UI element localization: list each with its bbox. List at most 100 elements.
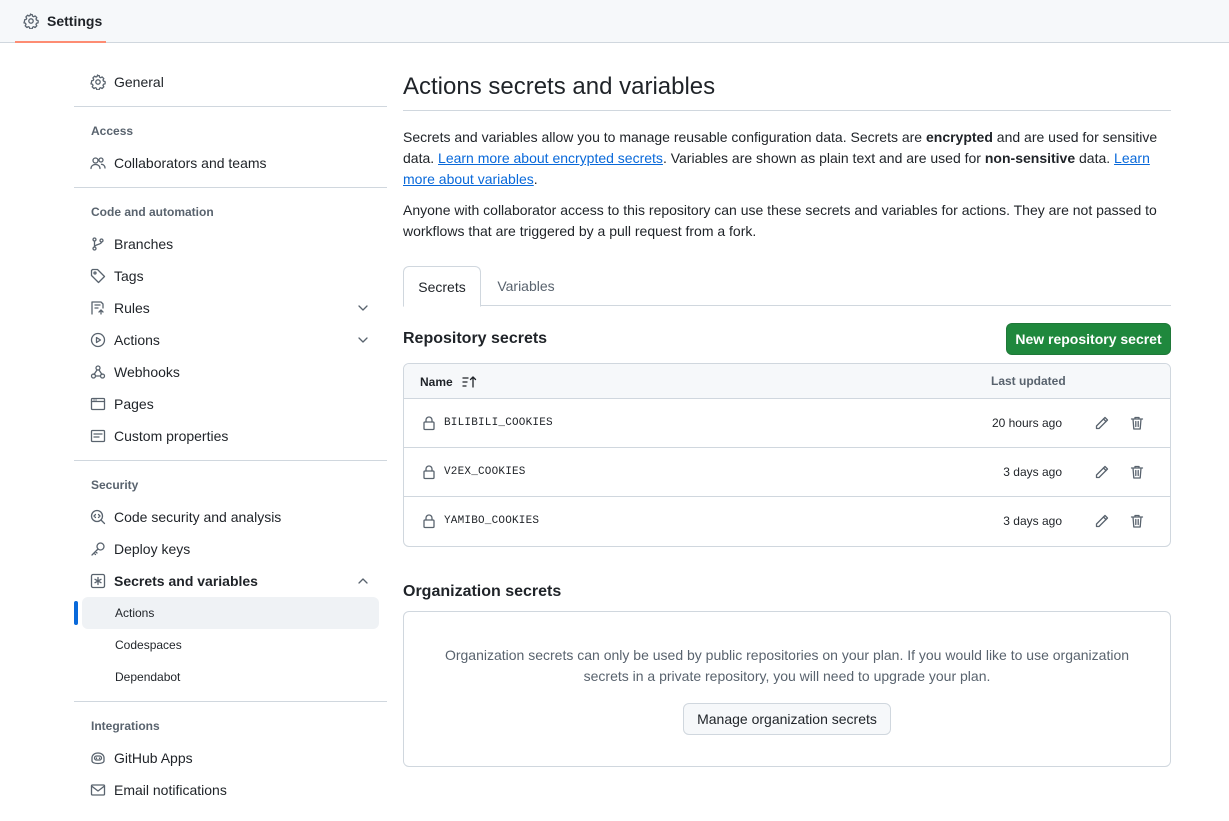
table-header: Name Last updated bbox=[404, 364, 1170, 399]
top-navigation-bar: Settings bbox=[0, 0, 1229, 43]
new-repository-secret-button[interactable]: New repository secret bbox=[1006, 323, 1171, 355]
secret-name: YAMIBO_COOKIES bbox=[444, 515, 540, 527]
sidebar-item-tags[interactable]: Tags bbox=[74, 260, 387, 292]
organization-secrets-title: Organization secrets bbox=[403, 583, 562, 600]
sidebar-item-label: Tags bbox=[114, 268, 144, 284]
sidebar-item-general[interactable]: General bbox=[74, 66, 387, 98]
sidebar-item-label: Custom properties bbox=[114, 428, 229, 444]
table-row: YAMIBO_COOKIES 3 days ago bbox=[404, 497, 1170, 546]
repository-secrets-title: Repository secrets bbox=[403, 330, 548, 347]
sidebar-item-actions[interactable]: Actions bbox=[74, 324, 387, 356]
intro-bold-non-sensitive: non-sensitive bbox=[984, 150, 1076, 166]
sidebar-item-label: Rules bbox=[114, 300, 150, 316]
tag-icon bbox=[90, 268, 106, 284]
repository-secrets-header: Repository secrets New repository secret bbox=[403, 306, 1171, 362]
play-icon bbox=[90, 332, 106, 348]
settings-sidebar: General Access Collaborators and teams C… bbox=[74, 66, 387, 806]
sidebar-item-label: Webhooks bbox=[114, 364, 180, 380]
active-tab-underline bbox=[15, 41, 106, 43]
page-title: Actions secrets and variables bbox=[403, 66, 1171, 111]
sidebar-subitem-actions[interactable]: Actions bbox=[74, 597, 379, 629]
note-icon bbox=[90, 428, 106, 444]
key-icon bbox=[90, 541, 106, 557]
manage-organization-secrets-button[interactable]: Manage organization secrets bbox=[683, 703, 891, 735]
lock-icon bbox=[421, 464, 437, 480]
trash-icon[interactable] bbox=[1129, 415, 1145, 431]
lock-icon bbox=[421, 415, 437, 431]
sidebar-item-pages[interactable]: Pages bbox=[74, 388, 387, 420]
sidebar-divider bbox=[74, 106, 387, 107]
secrets-rows: BILIBILI_COOKIES 20 hours ago V2EX_COOKIES… bbox=[404, 399, 1170, 546]
pencil-icon[interactable] bbox=[1094, 513, 1110, 529]
intro-text: . bbox=[533, 171, 538, 187]
branch-icon bbox=[90, 236, 106, 252]
sidebar-item-label: Deploy keys bbox=[114, 541, 191, 557]
organization-secrets-message: Organization secrets can only be used by… bbox=[444, 647, 1130, 684]
secret-last-updated: 20 hours ago bbox=[991, 416, 1062, 430]
sidebar-item-label: Branches bbox=[114, 236, 174, 252]
sidebar-item-github-apps[interactable]: GitHub Apps bbox=[74, 742, 387, 774]
sidebar-item-secrets-variables[interactable]: Secrets and variables bbox=[74, 565, 387, 597]
copilot-icon bbox=[90, 750, 106, 766]
secret-last-updated: 3 days ago bbox=[1003, 514, 1062, 528]
sidebar-divider bbox=[74, 460, 387, 461]
sidebar-item-rules[interactable]: Rules bbox=[74, 292, 387, 324]
webhook-icon bbox=[90, 364, 106, 380]
table-row: BILIBILI_COOKIES 20 hours ago bbox=[404, 399, 1170, 448]
intro-paragraph: Secrets and variables allow you to manag… bbox=[403, 127, 1171, 190]
rules-icon bbox=[90, 300, 106, 316]
pencil-icon[interactable] bbox=[1094, 464, 1110, 480]
sidebar-item-collaborators[interactable]: Collaborators and teams bbox=[74, 147, 387, 179]
codescan-icon bbox=[90, 509, 106, 525]
sidebar-divider bbox=[74, 701, 387, 702]
access-note: Anyone with collaborator access to this … bbox=[403, 202, 1157, 239]
column-last-updated: Last updated bbox=[991, 374, 1066, 388]
sidebar-item-label: Secrets and variables bbox=[114, 573, 258, 589]
sidebar-item-label: Actions bbox=[114, 332, 160, 348]
organization-secrets-box: Organization secrets can only be used by… bbox=[403, 611, 1171, 767]
sidebar-item-webhooks[interactable]: Webhooks bbox=[74, 356, 387, 388]
sort-asc-icon bbox=[461, 374, 477, 390]
sort-by-name[interactable]: Name bbox=[420, 374, 477, 390]
sidebar-item-custom-properties[interactable]: Custom properties bbox=[74, 420, 387, 452]
secret-name: BILIBILI_COOKIES bbox=[444, 417, 553, 429]
trash-icon[interactable] bbox=[1129, 513, 1145, 529]
secrets-table: Name Last updated BILIBILI_COOKIES 20 hou… bbox=[403, 363, 1171, 547]
trash-icon[interactable] bbox=[1129, 464, 1145, 480]
sidebar-item-label: General bbox=[114, 74, 164, 90]
chevron-up-icon[interactable] bbox=[355, 573, 371, 589]
sidebar-item-code-security[interactable]: Code security and analysis bbox=[74, 501, 387, 533]
table-row: V2EX_COOKIES 3 days ago bbox=[404, 448, 1170, 497]
sidebar-item-branches[interactable]: Branches bbox=[74, 228, 387, 260]
sidebar-subitem-label: Dependabot bbox=[115, 670, 181, 684]
sidebar-group-security: Security bbox=[91, 478, 139, 492]
main-content: Actions secrets and variables Secrets an… bbox=[403, 66, 1171, 767]
chevron-down-icon[interactable] bbox=[355, 332, 371, 348]
sidebar-subitem-label: Codespaces bbox=[115, 638, 182, 652]
sidebar-item-email-notifications[interactable]: Email notifications bbox=[74, 774, 387, 806]
tab-settings-label: Settings bbox=[47, 13, 103, 29]
chevron-down-icon[interactable] bbox=[355, 300, 371, 316]
sidebar-subitem-label: Actions bbox=[115, 606, 155, 620]
gear-icon bbox=[23, 13, 39, 29]
sidebar-subitem-dependabot[interactable]: Dependabot bbox=[82, 661, 379, 693]
pencil-icon[interactable] bbox=[1094, 415, 1110, 431]
sidebar-group-code-automation: Code and automation bbox=[91, 205, 214, 219]
sidebar-subitem-codespaces[interactable]: Codespaces bbox=[82, 629, 379, 661]
tab-secrets[interactable]: Secrets bbox=[403, 266, 481, 307]
secret-name: V2EX_COOKIES bbox=[444, 466, 526, 478]
sidebar-group-access: Access bbox=[91, 124, 134, 138]
sidebar-item-label: GitHub Apps bbox=[114, 750, 193, 766]
sidebar-item-deploy-keys[interactable]: Deploy keys bbox=[74, 533, 387, 565]
people-icon bbox=[90, 155, 106, 171]
asterisk-icon bbox=[90, 573, 106, 589]
tab-settings[interactable]: Settings bbox=[15, 0, 106, 43]
sidebar-divider bbox=[74, 187, 387, 188]
sidebar-group-integrations: Integrations bbox=[91, 719, 160, 733]
sidebar-item-label: Pages bbox=[114, 396, 154, 412]
sidebar-item-label: Collaborators and teams bbox=[114, 155, 267, 171]
sidebar-item-label: Email notifications bbox=[114, 782, 227, 798]
learn-encrypted-secrets-link[interactable]: Learn more about encrypted secrets bbox=[438, 150, 663, 166]
browser-icon bbox=[90, 396, 106, 412]
tab-variables[interactable]: Variables bbox=[481, 266, 571, 306]
